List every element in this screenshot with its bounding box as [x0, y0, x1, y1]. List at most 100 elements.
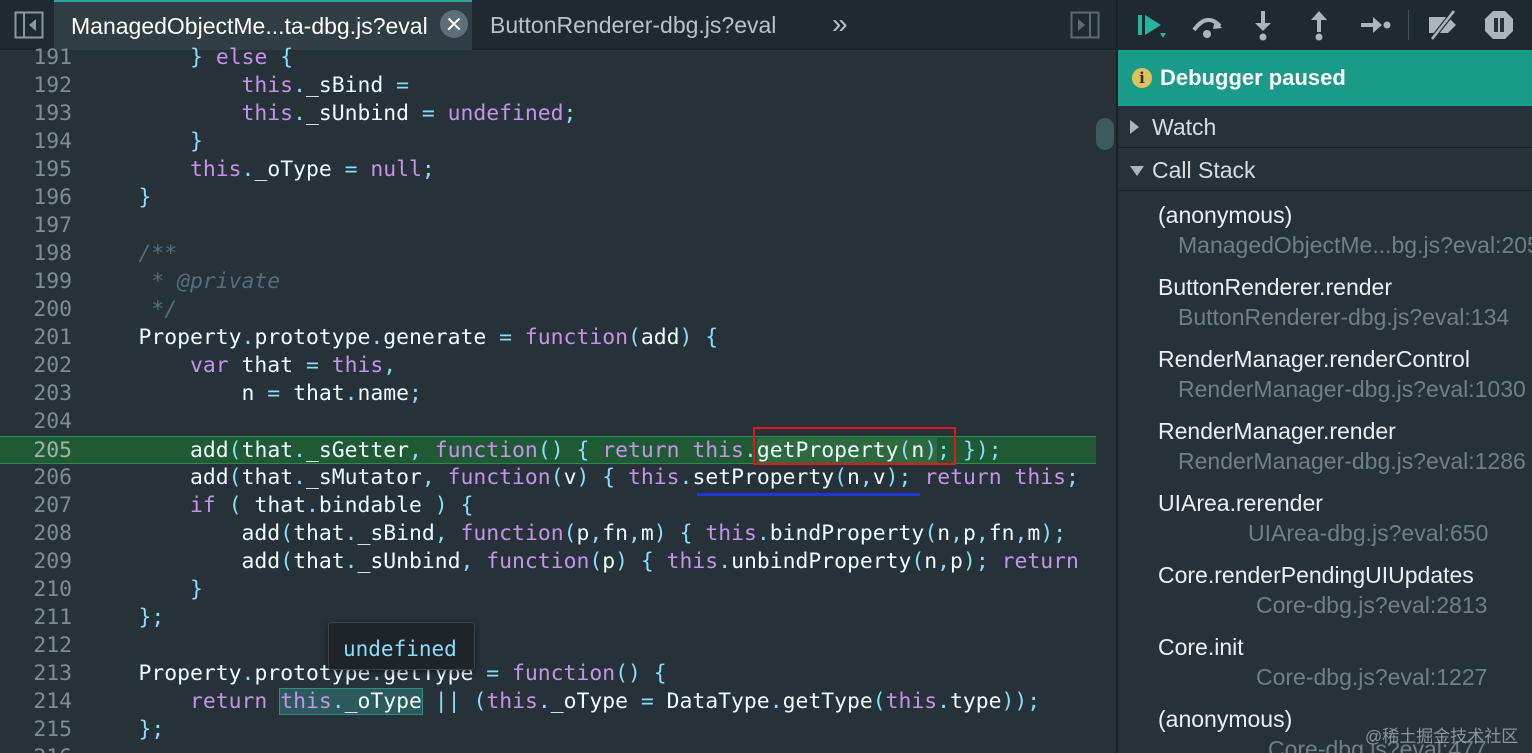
- line-number[interactable]: 194: [0, 128, 72, 156]
- code-line[interactable]: 202 var that = this,: [0, 352, 1096, 380]
- line-number[interactable]: 208: [0, 520, 72, 548]
- code-line[interactable]: 203 n = that.name;: [0, 380, 1096, 408]
- code-view[interactable]: 191 } else {192 this._sBind = 193 this._s…: [0, 44, 1096, 753]
- call-stack-frame[interactable]: UIArea.rerender UIArea-dbg.js?eval:650: [1118, 480, 1532, 552]
- code-line[interactable]: 215 };: [0, 716, 1096, 744]
- line-number[interactable]: 204: [0, 408, 72, 436]
- step-over-icon[interactable]: [1190, 8, 1224, 42]
- chevron-right-icon: [1130, 120, 1139, 134]
- line-number[interactable]: 201: [0, 324, 72, 352]
- toggle-navigator-icon[interactable]: [14, 11, 44, 39]
- watch-section-header[interactable]: Watch: [1118, 106, 1532, 148]
- code-line[interactable]: 209 add(that._sUnbind, function(p) { thi…: [0, 548, 1096, 576]
- code-text[interactable]: }: [87, 576, 203, 604]
- code-line[interactable]: 200 */: [0, 296, 1096, 324]
- call-stack-frame[interactable]: RenderManager.render RenderManager-dbg.j…: [1118, 408, 1532, 480]
- code-line[interactable]: 211 };: [0, 604, 1096, 632]
- code-line[interactable]: 216: [0, 744, 1096, 753]
- close-icon[interactable]: [440, 10, 468, 38]
- line-number[interactable]: 192: [0, 72, 72, 100]
- tab-managed-object[interactable]: ManagedObjectMe...ta-dbg.js?eval: [54, 0, 472, 50]
- code-line[interactable]: 192 this._sBind =: [0, 72, 1096, 100]
- code-text[interactable]: n = that.name;: [87, 380, 422, 408]
- callstack-section-header[interactable]: Call Stack: [1118, 149, 1532, 191]
- line-number[interactable]: 193: [0, 100, 72, 128]
- code-line[interactable]: 193 this._sUnbind = undefined;: [0, 100, 1096, 128]
- code-text[interactable]: add(that._sUnbind, function(p) { this.un…: [87, 548, 1079, 576]
- line-number[interactable]: 207: [0, 492, 72, 520]
- step-out-icon[interactable]: [1302, 8, 1336, 42]
- code-text[interactable]: };: [87, 604, 165, 632]
- code-text[interactable]: }: [87, 128, 203, 156]
- frame-name: UIArea.rerender: [1158, 490, 1323, 516]
- step-into-icon[interactable]: [1246, 8, 1280, 42]
- code-text[interactable]: this._oType = null;: [87, 156, 435, 184]
- watermark: @稀土掘金技术社区: [1365, 727, 1519, 746]
- resume-icon[interactable]: [1134, 8, 1168, 42]
- line-number[interactable]: 196: [0, 184, 72, 212]
- code-text[interactable]: return this._oType || (this._oType = Dat…: [87, 688, 1040, 716]
- code-text[interactable]: this._sBind =: [87, 72, 409, 100]
- more-tabs-icon[interactable]: »: [832, 8, 848, 40]
- line-number[interactable]: 199: [0, 268, 72, 296]
- step-icon[interactable]: [1358, 8, 1392, 42]
- code-line[interactable]: 197: [0, 212, 1096, 240]
- frame-name: RenderManager.render: [1158, 418, 1396, 444]
- code-text[interactable]: this._sUnbind = undefined;: [87, 100, 577, 128]
- code-text[interactable]: };: [87, 716, 165, 744]
- code-line[interactable]: 207 if ( that.bindable ) {: [0, 492, 1096, 520]
- line-number[interactable]: 210: [0, 576, 72, 604]
- code-text[interactable]: var that = this,: [87, 352, 396, 380]
- call-stack-frame[interactable]: ButtonRenderer.render ButtonRenderer-dbg…: [1118, 264, 1532, 336]
- line-number[interactable]: 200: [0, 296, 72, 324]
- code-text[interactable]: Property.prototype.generate = function(a…: [87, 324, 719, 352]
- line-number[interactable]: 205: [0, 437, 72, 465]
- toggle-debugger-icon[interactable]: [1070, 11, 1100, 39]
- code-text[interactable]: }: [87, 184, 152, 212]
- code-text[interactable]: add(that._sMutator, function(v) { this.s…: [87, 464, 1079, 492]
- code-line[interactable]: 208 add(that._sBind, function(p,fn,m) { …: [0, 520, 1096, 548]
- code-line[interactable]: 206 add(that._sMutator, function(v) { th…: [0, 464, 1096, 492]
- code-line[interactable]: 191 } else {: [0, 44, 1096, 72]
- code-line[interactable]: 214 return this._oType || (this._oType =…: [0, 688, 1096, 716]
- line-number[interactable]: 211: [0, 604, 72, 632]
- tab-button-renderer[interactable]: ButtonRenderer-dbg.js?eval: [490, 0, 776, 50]
- code-text[interactable]: if ( that.bindable ) {: [87, 492, 473, 520]
- line-number[interactable]: 198: [0, 240, 72, 268]
- line-number[interactable]: 215: [0, 716, 72, 744]
- pause-on-exceptions-icon[interactable]: [1482, 8, 1516, 42]
- line-number[interactable]: 216: [0, 744, 72, 753]
- call-stack-frame[interactable]: Core.init Core-dbg.js?eval:1227: [1118, 624, 1532, 696]
- code-line[interactable]: 210 }: [0, 576, 1096, 604]
- line-number[interactable]: 195: [0, 156, 72, 184]
- code-line[interactable]: 212: [0, 632, 1096, 660]
- deactivate-breakpoints-icon[interactable]: [1426, 8, 1460, 42]
- line-number[interactable]: 197: [0, 212, 72, 240]
- code-line[interactable]: 194 }: [0, 128, 1096, 156]
- code-line[interactable]: 201 Property.prototype.generate = functi…: [0, 324, 1096, 352]
- code-scrollbar[interactable]: [1096, 118, 1114, 150]
- code-line[interactable]: 198 /**: [0, 240, 1096, 268]
- code-line[interactable]: 195 this._oType = null;: [0, 156, 1096, 184]
- line-number[interactable]: 203: [0, 380, 72, 408]
- code-text[interactable]: * @private: [87, 268, 280, 296]
- code-text[interactable]: } else {: [87, 44, 293, 72]
- line-number[interactable]: 206: [0, 464, 72, 492]
- line-number[interactable]: 209: [0, 548, 72, 576]
- code-text[interactable]: */: [87, 296, 177, 324]
- code-line[interactable]: 199 * @private: [0, 268, 1096, 296]
- code-line[interactable]: 213 Property.prototype.getType = functio…: [0, 660, 1096, 688]
- frame-location: RenderManager-dbg.js?eval:1286: [1178, 448, 1526, 474]
- line-number[interactable]: 212: [0, 632, 72, 660]
- call-stack-frame[interactable]: RenderManager.renderControl RenderManage…: [1118, 336, 1532, 408]
- line-number[interactable]: 202: [0, 352, 72, 380]
- call-stack-frame[interactable]: (anonymous) ManagedObjectMe...bg.js?eval…: [1118, 192, 1532, 264]
- debugger-toolbar: [1118, 0, 1532, 50]
- code-line[interactable]: 196 }: [0, 184, 1096, 212]
- line-number[interactable]: 213: [0, 660, 72, 688]
- code-text[interactable]: add(that._sBind, function(p,fn,m) { this…: [87, 520, 1067, 548]
- line-number[interactable]: 214: [0, 688, 72, 716]
- call-stack-frame[interactable]: Core.renderPendingUIUpdates Core-dbg.js?…: [1118, 552, 1532, 624]
- line-number[interactable]: 191: [0, 44, 72, 72]
- code-text[interactable]: /**: [87, 240, 178, 268]
